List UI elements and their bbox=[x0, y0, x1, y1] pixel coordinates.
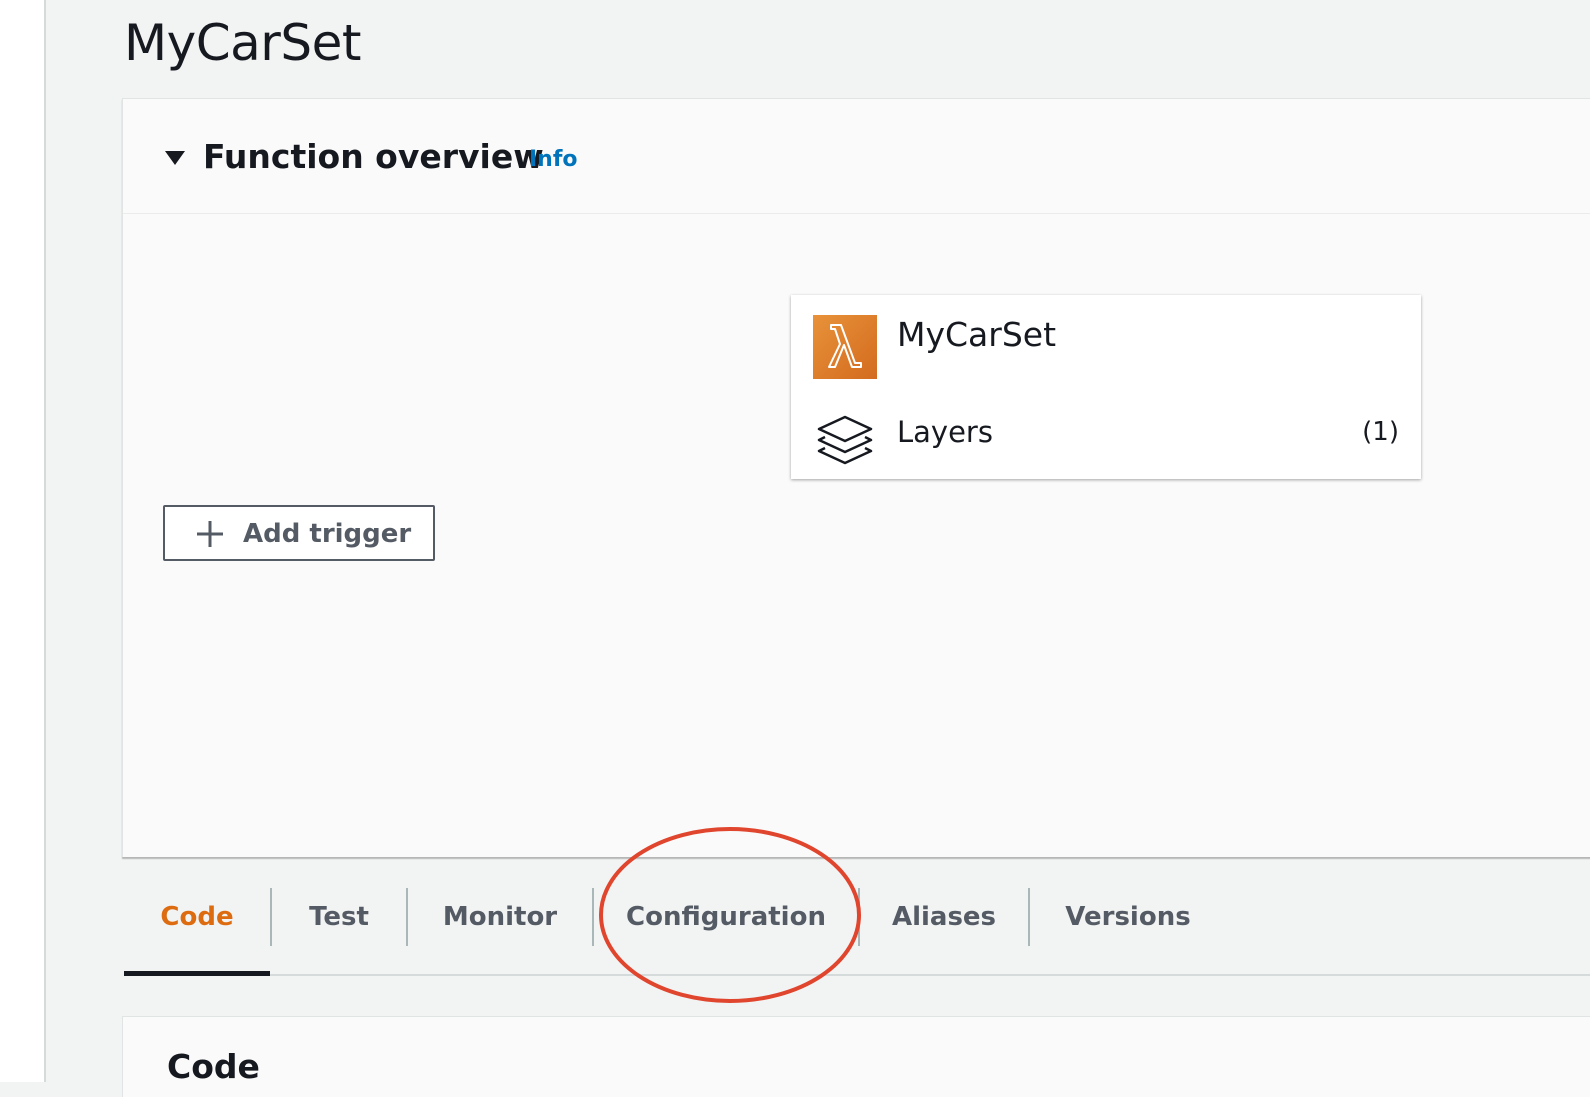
function-overview-header: Function overview Info bbox=[123, 99, 1590, 214]
lambda-icon bbox=[813, 315, 877, 379]
tab-versions[interactable]: Versions bbox=[1030, 882, 1226, 974]
plus-icon bbox=[195, 519, 225, 549]
info-link[interactable]: Info bbox=[529, 147, 578, 172]
layers-icon bbox=[815, 413, 875, 465]
layers-count: (1) bbox=[1362, 417, 1399, 447]
tab-test[interactable]: Test bbox=[272, 882, 406, 974]
function-overview-title[interactable]: Function overview bbox=[203, 137, 544, 176]
layers-link[interactable]: Layers bbox=[897, 415, 993, 449]
caret-down-icon[interactable] bbox=[165, 151, 185, 165]
tab-configuration[interactable]: Configuration bbox=[594, 882, 858, 974]
page-title: MyCarSet bbox=[124, 14, 361, 72]
code-panel: Code bbox=[122, 1016, 1590, 1097]
left-sidebar bbox=[0, 0, 46, 1082]
function-tabs: Code Test Monitor Configuration Aliases … bbox=[124, 882, 1590, 976]
tab-code[interactable]: Code bbox=[124, 882, 270, 976]
tab-monitor[interactable]: Monitor bbox=[408, 882, 592, 974]
function-name: MyCarSet bbox=[897, 315, 1057, 354]
function-card: MyCarSet Layers (1) bbox=[791, 295, 1421, 479]
function-overview-panel: Function overview Info MyCarSet Layers (… bbox=[122, 98, 1590, 857]
code-panel-title: Code bbox=[167, 1047, 260, 1086]
add-trigger-label: Add trigger bbox=[243, 519, 412, 549]
add-trigger-button[interactable]: Add trigger bbox=[163, 505, 435, 561]
tab-aliases[interactable]: Aliases bbox=[860, 882, 1028, 974]
